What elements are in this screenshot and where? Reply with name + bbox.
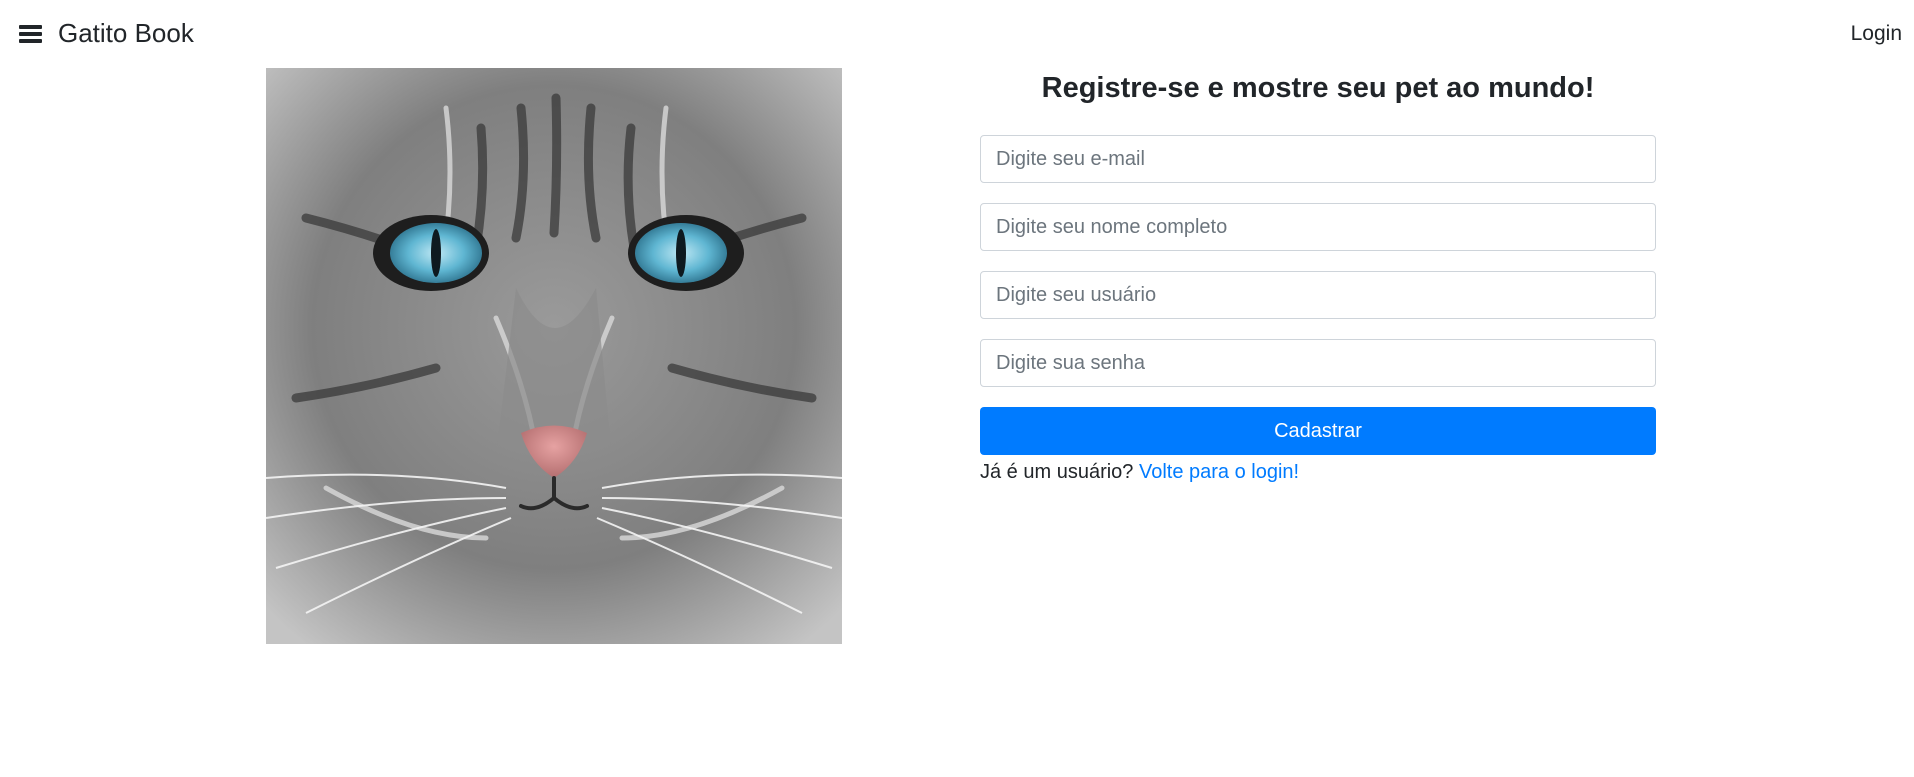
cat-photo	[266, 68, 842, 644]
navbar: Gatito Book Login	[0, 0, 1914, 70]
username-input[interactable]	[980, 271, 1656, 319]
login-prompt: Já é um usuário? Volte para o login!	[980, 461, 1656, 484]
email-input[interactable]	[980, 135, 1656, 183]
brand-link[interactable]: Gatito Book	[58, 18, 194, 49]
register-form: Registre-se e mostre seu pet ao mundo! C…	[980, 68, 1656, 484]
register-button[interactable]: Cadastrar	[980, 407, 1656, 455]
already-user-text: Já é um usuário?	[980, 461, 1134, 483]
login-nav-link[interactable]: Login	[1851, 22, 1902, 46]
hamburger-menu-icon[interactable]	[19, 25, 42, 43]
fullname-input[interactable]	[980, 203, 1656, 251]
password-input[interactable]	[980, 339, 1656, 387]
back-to-login-link[interactable]: Volte para o login!	[1139, 461, 1299, 483]
form-title: Registre-se e mostre seu pet ao mundo!	[1041, 72, 1595, 104]
